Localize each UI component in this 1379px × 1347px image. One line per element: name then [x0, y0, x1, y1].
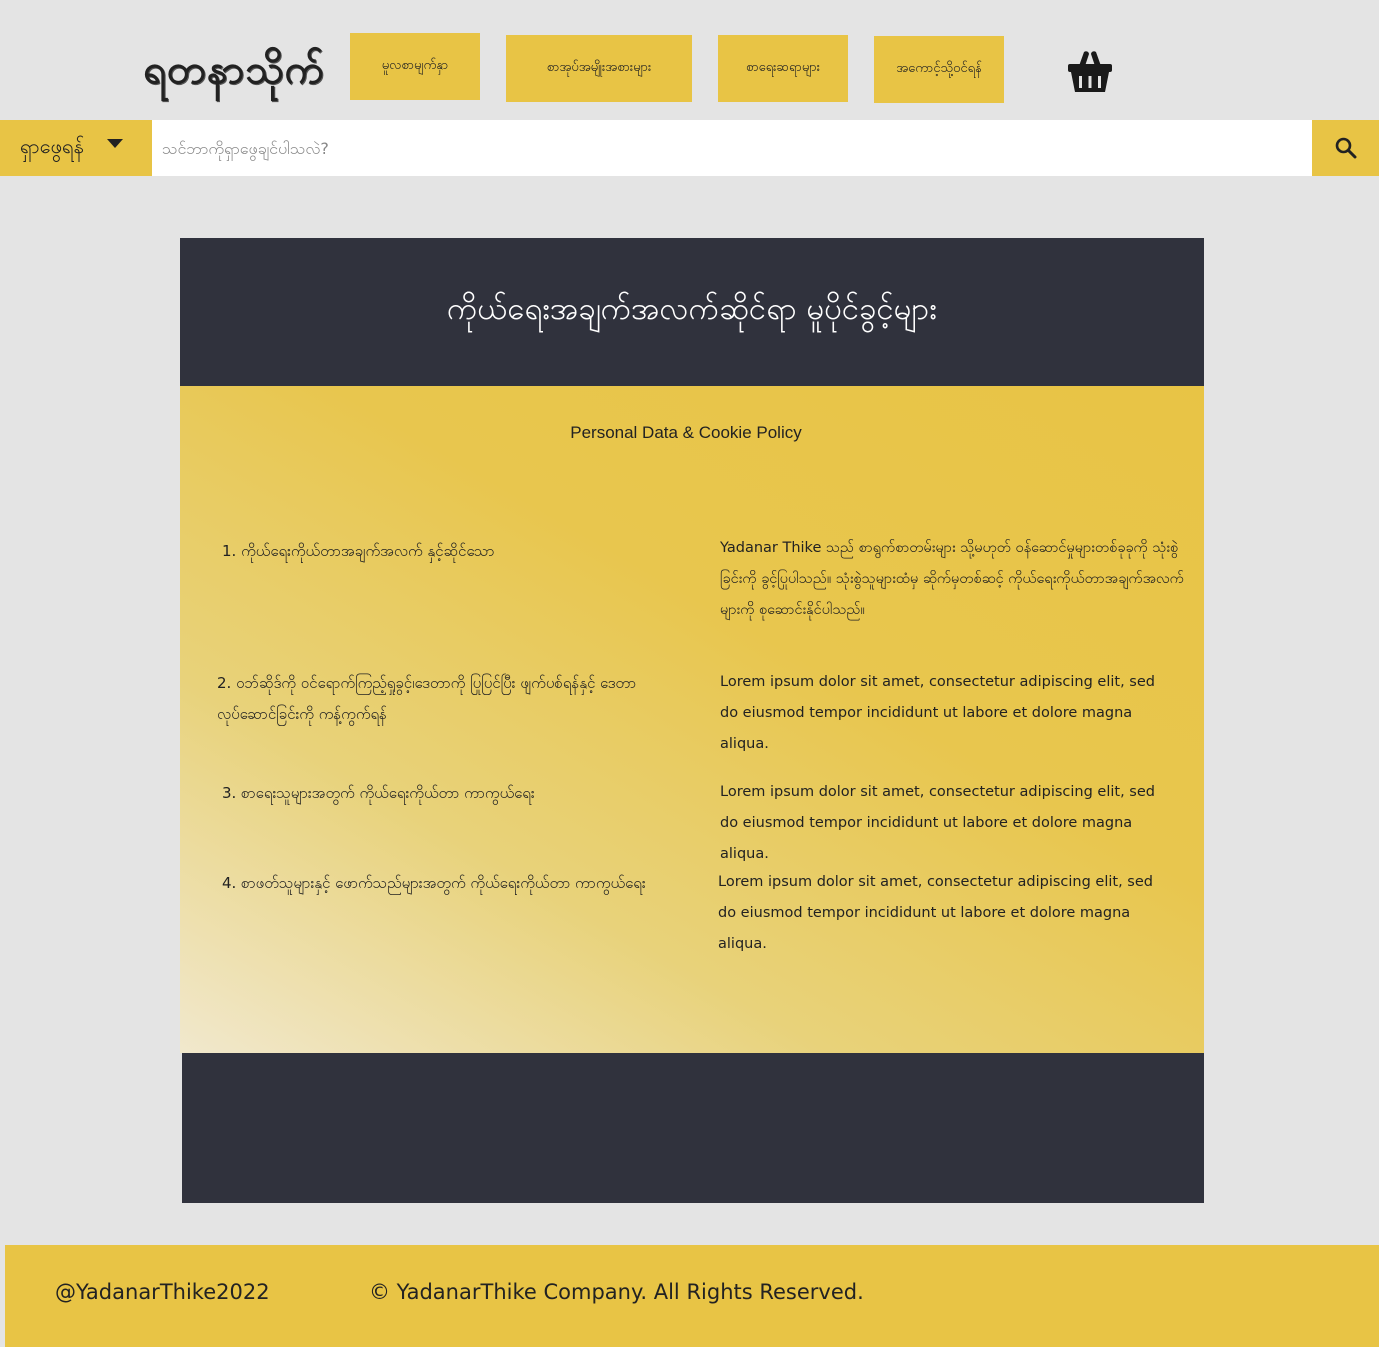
- nav-categories-button[interactable]: စာအုပ်အမျိုးအစားများ: [506, 35, 692, 102]
- policy-footer-band: [182, 1053, 1204, 1203]
- caret-down-icon: [107, 139, 123, 148]
- site-footer: @YadanarThike2022 © YadanarThike Company…: [5, 1245, 1379, 1347]
- policy-item-heading: 1. ကိုယ်ရေးကိုယ်တာအချက်အလက် နှင့်ဆိုင်သေ…: [222, 542, 495, 560]
- policy-subtitle: Personal Data & Cookie Policy: [570, 423, 802, 442]
- nav-login-button[interactable]: အကောင့်သို့ဝင်ရန်: [874, 36, 1004, 103]
- policy-item-body: Lorem ipsum dolor sit amet, consectetur …: [720, 674, 1155, 752]
- search-input[interactable]: [152, 120, 1312, 176]
- search-button[interactable]: [1312, 120, 1379, 176]
- policy-header: ကိုယ်ရေးအချက်အလက်ဆိုင်ရာ မူပိုင်ခွင့်မျာ…: [180, 238, 1204, 386]
- policy-item-body: Lorem ipsum dolor sit amet, consectetur …: [720, 784, 1155, 862]
- policy-item-heading: 2. ဝဘ်ဆိုဒ်ကို ဝင်ရောက်ကြည့်ရှုခွင့်၊ဒေတ…: [217, 674, 637, 723]
- nav-home-button[interactable]: မူလစာမျက်နှာ: [350, 33, 480, 100]
- footer-handle[interactable]: @YadanarThike2022: [55, 1280, 270, 1304]
- basket-icon[interactable]: [1066, 48, 1114, 94]
- search-category-label: ရှာဖွေရန်: [20, 134, 84, 158]
- policy-body: Personal Data & Cookie Policy 1. ကိုယ်ရေ…: [180, 386, 1204, 1053]
- policy-item-body: Yadanar Thike သည် စာရွက်စာတမ်းများ သို့မ…: [720, 540, 1184, 618]
- site-logo[interactable]: ရတနာသိုက်: [143, 44, 325, 103]
- policy-item-body: Lorem ipsum dolor sit amet, consectetur …: [718, 874, 1153, 952]
- search-icon: [1335, 137, 1356, 159]
- policy-item-heading: 4. စာဖတ်သူများနှင့် ဖောက်သည်များအတွက် ကိ…: [222, 874, 646, 892]
- footer-copyright: © YadanarThike Company. All Rights Reser…: [369, 1280, 864, 1304]
- nav-authors-button[interactable]: စာရေးဆရာများ: [718, 35, 848, 102]
- policy-item-heading: 3. စာရေးသူများအတွက် ကိုယ်ရေးကိုယ်တာ ကာကွ…: [222, 784, 535, 802]
- page-title: ကိုယ်ရေးအချက်အလက်ဆိုင်ရာ မူပိုင်ခွင့်မျာ…: [447, 291, 937, 327]
- search-category-dropdown[interactable]: ရှာဖွေရန်: [0, 120, 152, 176]
- search-bar: ရှာဖွေရန်: [0, 120, 1379, 176]
